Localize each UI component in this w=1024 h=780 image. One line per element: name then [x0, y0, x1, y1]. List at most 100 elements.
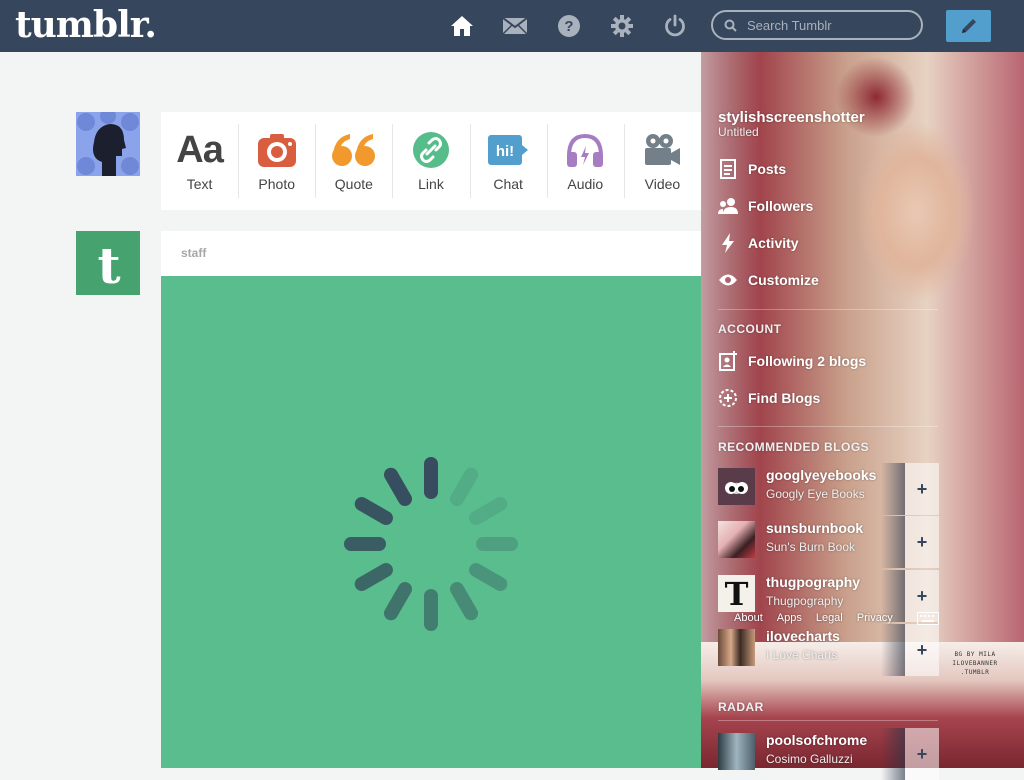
- post-chat-button[interactable]: hi! Chat: [469, 112, 547, 210]
- post-author[interactable]: staff: [161, 231, 701, 276]
- headphones-icon: [547, 128, 624, 172]
- post-media[interactable]: [161, 276, 701, 768]
- footer-link-privacy[interactable]: Privacy: [857, 612, 893, 624]
- recommended-heading: RECOMMENDED BLOGS: [718, 440, 870, 454]
- sidebar-item-posts[interactable]: Posts: [718, 157, 938, 181]
- lightning-icon: [718, 233, 738, 253]
- sidebar-item-label: Customize: [748, 272, 819, 288]
- radar-blog-name[interactable]: poolsofchrome: [766, 732, 867, 748]
- recommended-blog-row[interactable]: T thugpography Thugpography +: [718, 570, 1008, 622]
- follow-button[interactable]: +: [905, 463, 939, 515]
- account-heading: ACCOUNT: [718, 322, 782, 336]
- post-type-label: Text: [186, 176, 213, 192]
- text-aa-icon: Aa: [176, 128, 224, 171]
- post-card: staff: [161, 231, 701, 768]
- recommended-blog-name[interactable]: googlyeyebooks: [766, 467, 876, 483]
- sidebar-item-label: Activity: [748, 235, 799, 251]
- keyboard-icon[interactable]: [917, 612, 939, 630]
- search-box[interactable]: [711, 10, 923, 40]
- post-type-label: Video: [644, 176, 681, 192]
- power-icon[interactable]: [662, 13, 688, 39]
- post-audio-button[interactable]: Audio: [546, 112, 624, 210]
- post-video-button[interactable]: Video: [623, 112, 701, 210]
- recommended-blog-row[interactable]: sunsburnbook Sun's Burn Book +: [718, 516, 1008, 568]
- post-text-button[interactable]: Aa Text: [161, 112, 238, 210]
- post-type-label: Link: [418, 176, 444, 192]
- pencil-icon: [959, 16, 979, 36]
- mail-icon[interactable]: [502, 13, 528, 39]
- sidebar-item-customize[interactable]: Customize: [718, 268, 938, 292]
- recommended-blog-avatar[interactable]: T: [718, 575, 755, 613]
- sidebar-item-label: Following 2 blogs: [748, 353, 867, 369]
- follow-button[interactable]: +: [905, 516, 939, 568]
- recommended-blog-avatar[interactable]: [718, 629, 755, 666]
- recommended-blog-row[interactable]: ilovecharts I Love Charts +: [718, 624, 1008, 676]
- sidebar-item-activity[interactable]: Activity: [718, 231, 938, 255]
- radar-heading: RADAR: [718, 700, 764, 714]
- recommended-blog-row[interactable]: googlyeyebooks Googly Eye Books +: [718, 463, 1008, 515]
- people-icon: [718, 196, 738, 216]
- help-icon[interactable]: ?: [556, 13, 582, 39]
- follow-button[interactable]: +: [905, 728, 939, 780]
- plus-icon: +: [916, 639, 928, 660]
- recommended-blog-title: Thugpography: [766, 594, 844, 608]
- recommended-blog-name[interactable]: sunsburnbook: [766, 520, 863, 536]
- compose-button[interactable]: [946, 10, 991, 42]
- sidebar-divider: [718, 426, 938, 427]
- svg-text:hi!: hi!: [496, 143, 514, 160]
- compass-icon: [718, 388, 738, 408]
- footer-links: About Apps Legal Privacy: [734, 612, 893, 624]
- footer-link-legal[interactable]: Legal: [816, 612, 843, 624]
- recommended-blog-title: I Love Charts: [766, 648, 838, 662]
- plus-icon: +: [916, 478, 928, 499]
- recommended-blog-name[interactable]: ilovecharts: [766, 628, 840, 644]
- svg-text:t: t: [97, 236, 120, 295]
- loading-spinner-icon: [344, 457, 518, 631]
- search-input[interactable]: [745, 16, 919, 34]
- footer-link-apps[interactable]: Apps: [777, 612, 802, 624]
- recommended-blog-avatar[interactable]: [718, 521, 755, 558]
- blog-title[interactable]: stylishscreenshotter: [718, 109, 865, 126]
- post-quote-button[interactable]: Quote: [315, 112, 392, 210]
- link-icon: [392, 128, 469, 172]
- add-person-icon: [718, 351, 738, 371]
- sidebar-divider: [718, 720, 938, 721]
- staff-avatar[interactable]: t: [76, 231, 140, 295]
- post-type-bar: Aa Text Photo Quote Link hi! Chat Audio: [161, 112, 701, 210]
- post-photo-button[interactable]: Photo: [238, 112, 315, 210]
- top-navigation-bar: tumblr. ?: [0, 0, 1024, 52]
- recommended-blog-title: Sun's Burn Book: [766, 540, 856, 554]
- post-type-label: Chat: [493, 176, 523, 192]
- eye-icon: [718, 270, 738, 290]
- radar-blog-row[interactable]: poolsofchrome Cosimo Galluzzi +: [718, 728, 1008, 780]
- footer-link-about[interactable]: About: [734, 612, 763, 624]
- quote-icon: [315, 128, 392, 172]
- recommended-blog-avatar[interactable]: [718, 468, 755, 505]
- recommended-blog-name[interactable]: thugpography: [766, 574, 860, 590]
- follow-button[interactable]: +: [905, 624, 939, 676]
- post-link-button[interactable]: Link: [392, 112, 469, 210]
- sidebar-item-followers[interactable]: Followers: [718, 194, 938, 218]
- plus-icon: +: [916, 531, 928, 552]
- radar-blog-avatar[interactable]: [718, 733, 755, 770]
- gear-icon[interactable]: [609, 13, 635, 39]
- search-icon: [724, 19, 737, 32]
- right-sidebar: stylishscreenshotter Untitled Posts Foll…: [701, 52, 1024, 780]
- sidebar-item-label: Find Blogs: [748, 390, 821, 406]
- video-camera-icon: [624, 128, 701, 172]
- user-avatar[interactable]: [76, 108, 140, 176]
- radar-blog-title: Cosimo Galluzzi: [766, 752, 853, 766]
- sidebar-divider: [718, 309, 938, 310]
- chat-bubble-icon: hi!: [470, 128, 547, 172]
- tumblr-logo[interactable]: tumblr.: [15, 4, 157, 46]
- svg-text:?: ?: [564, 18, 573, 35]
- post-type-label: Photo: [258, 176, 295, 192]
- home-icon[interactable]: [449, 13, 475, 39]
- sidebar-item-label: Posts: [748, 161, 787, 177]
- sidebar-item-find-blogs[interactable]: Find Blogs: [718, 386, 938, 410]
- post-type-label: Audio: [567, 176, 604, 192]
- sidebar-item-following[interactable]: Following 2 blogs: [718, 349, 938, 373]
- plus-icon: +: [916, 585, 928, 606]
- camera-icon: [238, 128, 315, 172]
- blog-subtitle: Untitled: [718, 125, 759, 139]
